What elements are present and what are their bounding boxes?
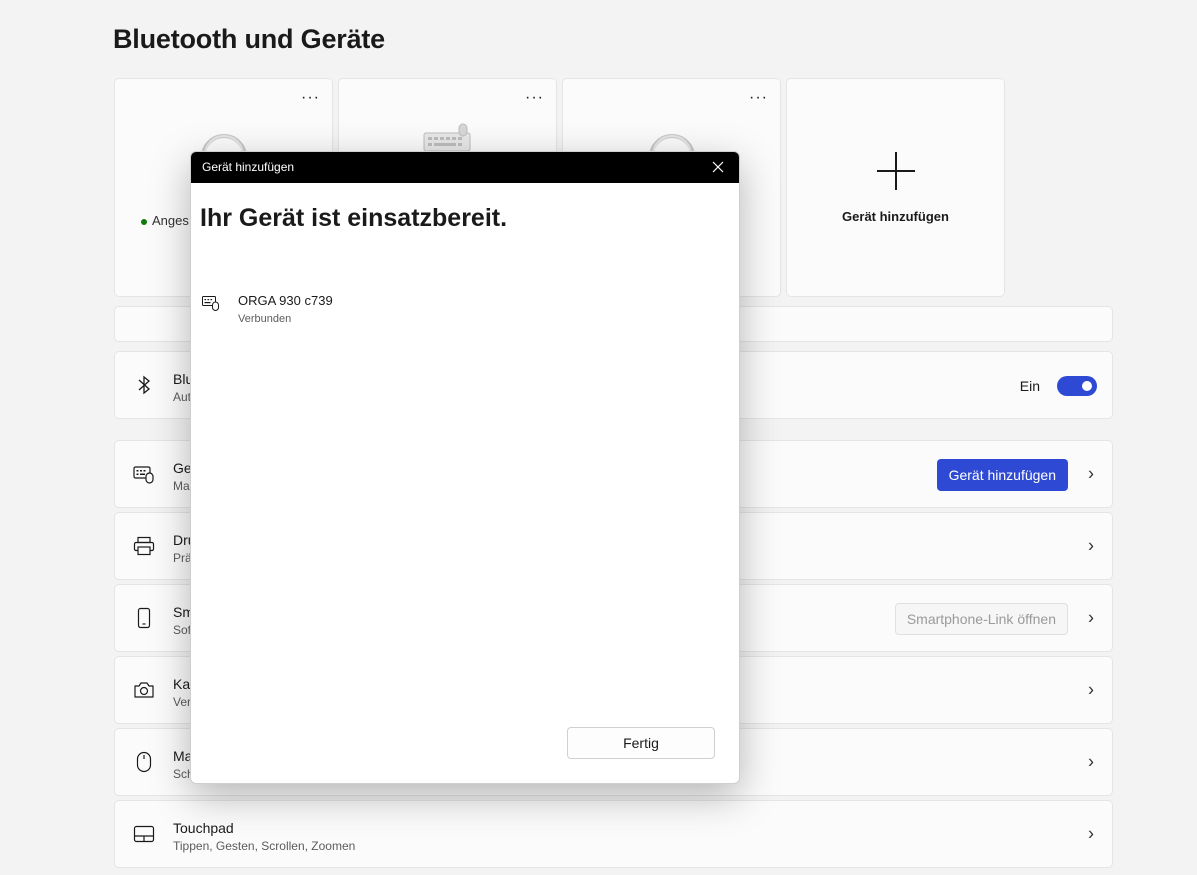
keyboard-icon <box>423 123 470 152</box>
chevron-right-icon[interactable]: › <box>1088 752 1094 773</box>
device-name: ORGA 930 c739 <box>238 293 333 308</box>
bluetooth-icon <box>133 374 155 396</box>
row-subtitle: Ver <box>173 695 192 709</box>
bluetooth-toggle[interactable] <box>1057 376 1097 396</box>
row-subtitle: Prä <box>173 551 192 565</box>
camera-icon <box>133 679 155 701</box>
row-subtitle: Sof <box>173 623 192 637</box>
row-subtitle: Ma <box>173 479 190 493</box>
row-title: Ge <box>173 460 192 476</box>
device-connection-status: Verbunden <box>238 313 292 325</box>
row-title: Ka <box>173 676 191 692</box>
touchpad-row[interactable]: Touchpad Tippen, Gesten, Scrollen, Zoome… <box>114 800 1113 868</box>
open-phone-link-button[interactable]: Smartphone-Link öffnen <box>894 603 1068 635</box>
chevron-right-icon[interactable]: › <box>1088 464 1094 485</box>
dialog-titlebar: Gerät hinzufügen <box>191 152 739 183</box>
dialog-heading: Ihr Gerät ist einsatzbereit. <box>200 204 508 232</box>
add-device-label: Gerät hinzufügen <box>842 209 949 224</box>
touchpad-icon <box>133 823 155 845</box>
printer-icon <box>133 535 155 557</box>
plus-icon <box>876 152 915 190</box>
add-device-card[interactable]: Gerät hinzufügen <box>786 78 1005 297</box>
row-title: Touchpad <box>173 820 234 836</box>
smartphone-icon <box>133 607 155 629</box>
add-device-dialog: Gerät hinzufügen Ihr Gerät ist einsatzbe… <box>190 151 740 784</box>
more-options-button[interactable]: ··· <box>301 90 320 106</box>
chevron-right-icon[interactable]: › <box>1088 680 1094 701</box>
toggle-state-label: Ein <box>1019 378 1040 394</box>
toggle-knob <box>1082 381 1092 391</box>
close-icon[interactable] <box>711 160 725 174</box>
row-subtitle: Tippen, Gesten, Scrollen, Zoomen <box>173 839 356 853</box>
mouse-icon <box>133 751 155 773</box>
chevron-right-icon[interactable]: › <box>1088 824 1094 845</box>
more-options-button[interactable]: ··· <box>525 90 544 106</box>
device-status: Anges <box>141 213 189 228</box>
more-options-button[interactable]: ··· <box>749 90 768 106</box>
keyboard-mouse-icon <box>133 463 155 485</box>
row-subtitle: Aut <box>173 390 192 404</box>
dialog-title: Gerät hinzufügen <box>202 160 295 174</box>
chevron-right-icon[interactable]: › <box>1088 536 1094 557</box>
chevron-right-icon[interactable]: › <box>1088 608 1094 629</box>
add-device-button[interactable]: Gerät hinzufügen <box>936 459 1068 491</box>
keyboard-mouse-icon <box>202 296 219 311</box>
page-title: Bluetooth und Geräte <box>113 24 385 54</box>
done-button[interactable]: Fertig <box>567 727 715 759</box>
connected-dot <box>141 218 147 225</box>
